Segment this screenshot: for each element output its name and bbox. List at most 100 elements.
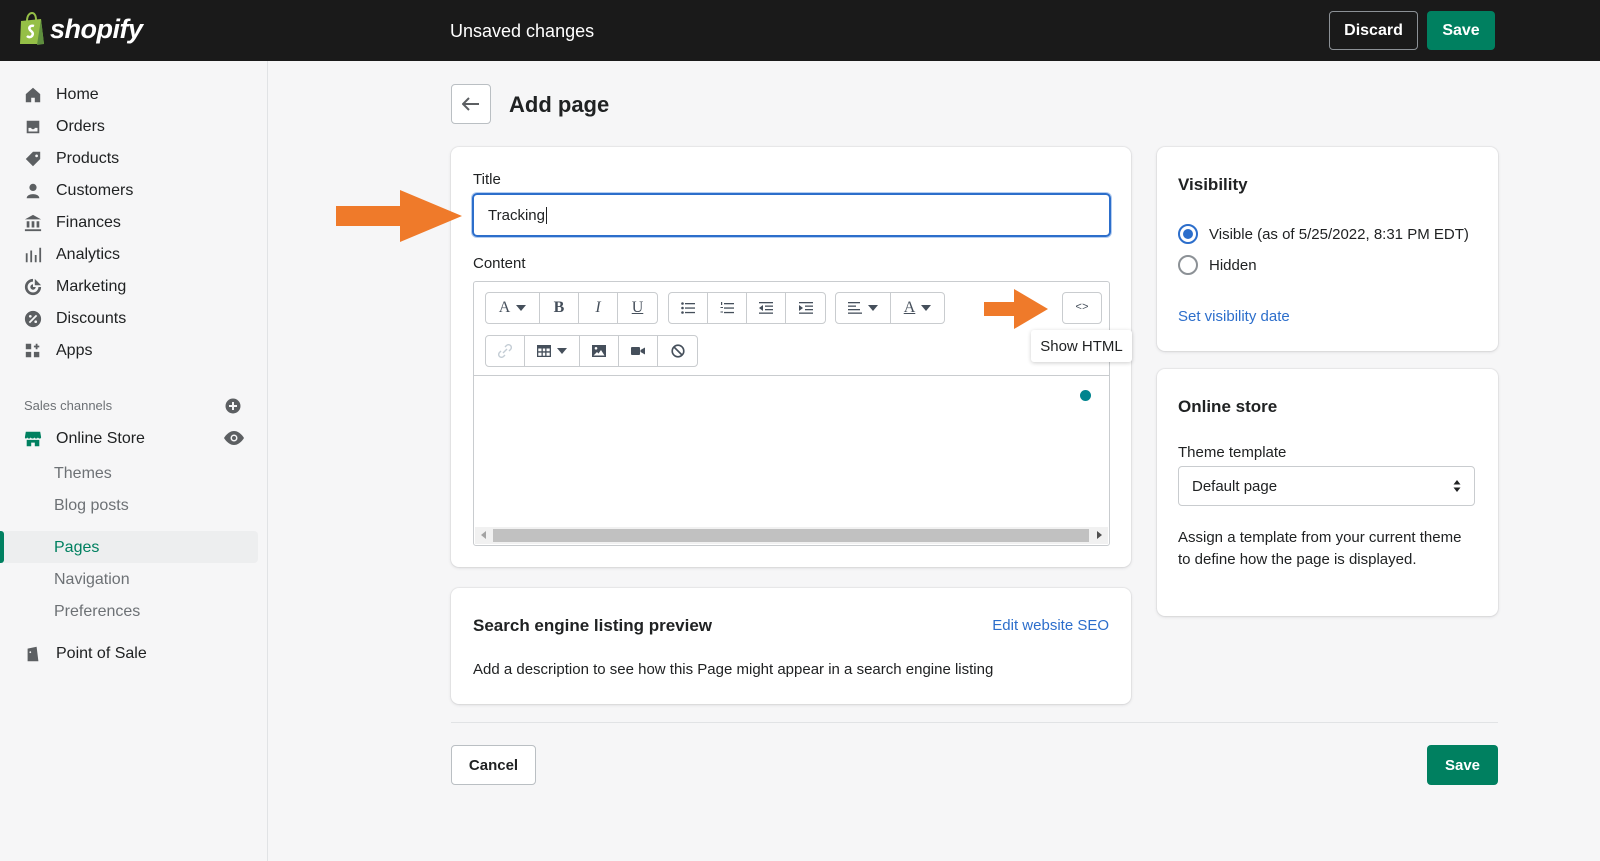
sidebar-item-discounts[interactable]: Discounts [24, 307, 126, 331]
indent-icon [798, 302, 813, 314]
edit-seo-link[interactable]: Edit website SEO [992, 617, 1109, 634]
save-button-top[interactable]: Save [1427, 11, 1495, 50]
cancel-button[interactable]: Cancel [451, 745, 536, 785]
show-html-button[interactable]: <> [1062, 292, 1102, 324]
sidebar-item-label: Discounts [56, 310, 127, 327]
sidebar-item-label: Analytics [56, 246, 121, 263]
set-visibility-date-link[interactable]: Set visibility date [1178, 308, 1290, 325]
text-caret [545, 206, 547, 224]
sidebar-item-analytics[interactable]: Analytics [24, 243, 120, 267]
hidden-radio-label[interactable]: Hidden [1209, 257, 1257, 274]
outdent-button[interactable] [747, 293, 786, 323]
title-input[interactable]: Tracking [472, 193, 1111, 237]
sidebar-item-products[interactable]: Products [24, 147, 119, 171]
online-store-card: Online store Theme template Default page… [1157, 369, 1498, 616]
theme-template-select[interactable]: Default page [1178, 466, 1475, 506]
sales-channels-label: Sales channels [24, 398, 113, 413]
theme-template-label: Theme template [1178, 444, 1287, 461]
sidebar-subitem-themes[interactable]: Themes [54, 465, 112, 483]
store-icon [24, 431, 42, 447]
italic-button[interactable]: I [579, 293, 618, 323]
outdent-icon [759, 302, 773, 314]
visible-radio[interactable] [1178, 224, 1198, 244]
seo-preview-card: Search engine listing preview Edit websi… [451, 588, 1131, 704]
eye-icon[interactable] [224, 431, 244, 445]
scroll-left-icon[interactable] [481, 531, 486, 539]
image-button[interactable] [580, 336, 619, 366]
orders-icon [26, 120, 40, 134]
sidebar-subitem-pages[interactable]: Pages [54, 539, 99, 557]
indent-button[interactable] [786, 293, 825, 323]
scrollbar-thumb[interactable] [493, 529, 1089, 542]
sidebar-item-finances[interactable]: Finances [24, 211, 121, 235]
sidebar-item-home[interactable]: Home [24, 83, 99, 107]
sidebar-item-label: Online Store [56, 430, 145, 447]
discard-button[interactable]: Discard [1329, 11, 1418, 50]
unsaved-changes-label: Unsaved changes [450, 21, 595, 41]
text-style-group: A B I U [485, 292, 658, 324]
align-dropdown[interactable] [836, 293, 891, 323]
add-channel-icon[interactable] [225, 398, 241, 414]
numbered-list-button[interactable] [708, 293, 747, 323]
clear-formatting-button[interactable] [658, 336, 697, 366]
sidebar-subitem-preferences[interactable]: Preferences [54, 603, 140, 621]
sidebar-item-marketing[interactable]: Marketing [24, 275, 126, 299]
active-item-background [0, 531, 258, 563]
clear-formatting-icon [670, 344, 685, 358]
link-button[interactable] [486, 336, 525, 366]
online-store-title: Online store [1178, 397, 1278, 416]
tag-icon [25, 151, 41, 167]
table-dropdown[interactable] [525, 336, 580, 366]
target-icon [24, 278, 42, 296]
select-arrows-icon [1453, 480, 1461, 492]
chevron-down-icon [868, 305, 878, 311]
person-icon [26, 183, 40, 199]
sidebar-subitem-blog-posts[interactable]: Blog posts [54, 497, 129, 515]
text-color-dropdown[interactable]: A [891, 293, 944, 323]
numbered-list-icon [720, 302, 734, 314]
discount-icon [24, 310, 42, 328]
scroll-right-icon[interactable] [1097, 531, 1102, 539]
visibility-card: Visibility Visible (as of 5/25/2022, 8:3… [1157, 147, 1498, 351]
sidebar-item-label: Orders [56, 118, 105, 135]
horizontal-scrollbar[interactable] [475, 527, 1108, 544]
sidebar-item-apps[interactable]: Apps [24, 339, 92, 363]
pos-icon [27, 646, 39, 662]
chevron-down-icon [921, 305, 932, 311]
annotation-arrow-html-icon [984, 289, 1048, 329]
video-button[interactable] [619, 336, 658, 366]
insert-group [485, 335, 698, 367]
top-bar: shopify Unsaved changes Discard Save [0, 0, 1600, 61]
sidebar-item-label: Apps [56, 342, 93, 359]
editor-toolbar-divider [474, 375, 1109, 376]
sidebar-item-label: Home [56, 86, 99, 103]
visible-radio-label[interactable]: Visible (as of 5/25/2022, 8:31 PM EDT) [1209, 226, 1469, 243]
bullet-list-button[interactable] [669, 293, 708, 323]
bold-button[interactable]: B [540, 293, 579, 323]
underline-button[interactable]: U [618, 293, 657, 323]
sidebar-item-label: Marketing [56, 278, 127, 295]
sidebar-item-online-store[interactable]: Online Store [24, 427, 145, 451]
show-html-tooltip: Show HTML [1031, 330, 1132, 362]
save-button-bottom[interactable]: Save [1427, 745, 1498, 785]
sidebar-item-customers[interactable]: Customers [24, 179, 133, 203]
image-icon [592, 345, 606, 357]
shopify-logo[interactable]: shopify [18, 12, 143, 46]
visibility-title: Visibility [1178, 175, 1248, 194]
text-color-icon: A [903, 299, 916, 316]
bank-icon [24, 214, 42, 232]
back-button[interactable] [451, 84, 491, 124]
seo-title: Search engine listing preview [473, 616, 713, 635]
home-icon [25, 87, 41, 103]
format-icon: A [498, 299, 511, 316]
seo-description: Add a description to see how this Page m… [473, 661, 994, 678]
sidebar-item-orders[interactable]: Orders [24, 115, 105, 139]
hidden-radio[interactable] [1178, 255, 1198, 275]
align-color-group: A [835, 292, 945, 324]
sidebar-subitem-navigation[interactable]: Navigation [54, 571, 130, 589]
footer-divider [451, 722, 1498, 723]
sidebar-item-point-of-sale[interactable]: Point of Sale [24, 642, 147, 666]
arrow-left-icon [462, 97, 479, 111]
chevron-down-icon [557, 348, 567, 354]
format-dropdown[interactable]: A [486, 293, 540, 323]
